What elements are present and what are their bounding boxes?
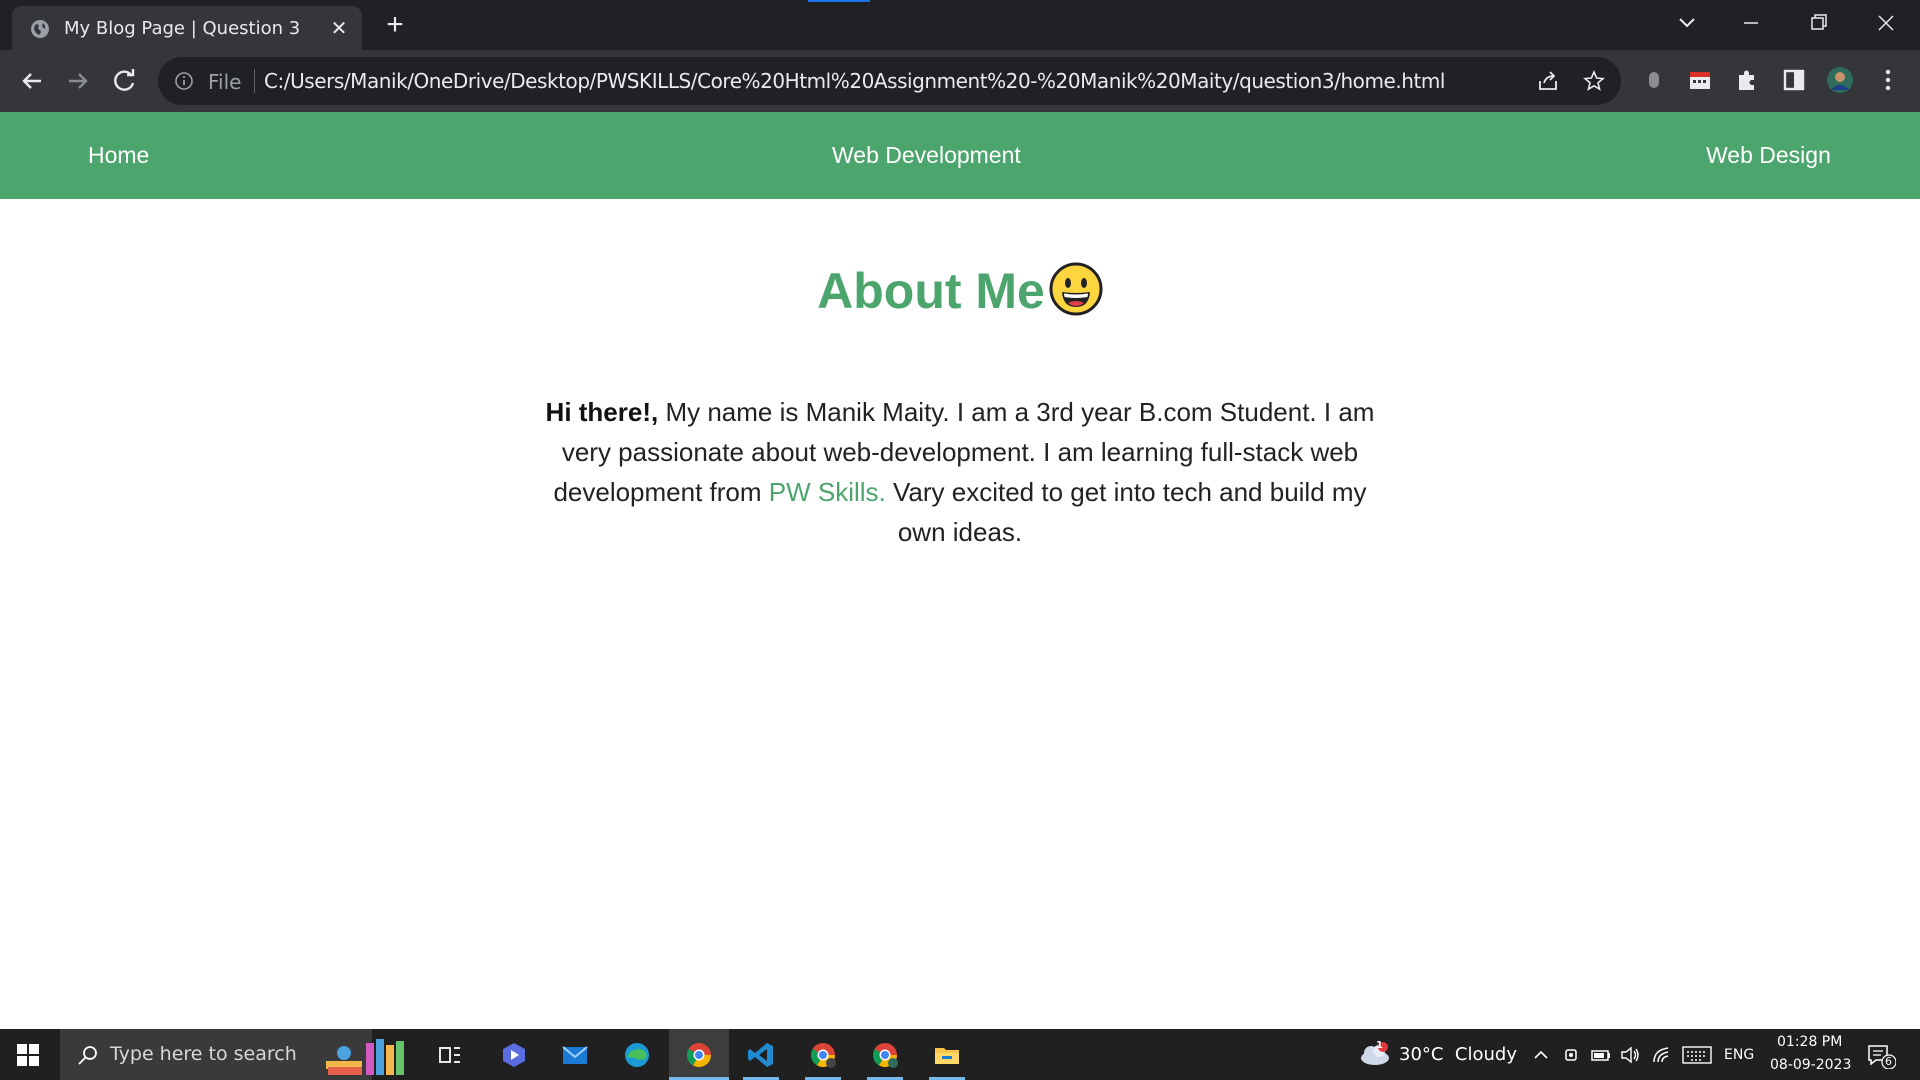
hexagon-app-icon — [503, 1043, 525, 1067]
globe-icon — [31, 20, 49, 38]
back-arrow-icon[interactable] — [17, 66, 47, 96]
volume-icon[interactable] — [1619, 1045, 1641, 1065]
task-view-button[interactable] — [420, 1029, 480, 1080]
pw-skills-link[interactable]: PW Skills. — [769, 477, 886, 507]
about-heading-text: About Me — [817, 263, 1045, 319]
close-window-icon[interactable] — [1866, 8, 1906, 38]
taskbar-app-hexagon[interactable] — [484, 1029, 544, 1080]
restore-icon[interactable] — [1798, 8, 1838, 38]
taskbar-app-vscode[interactable] — [731, 1029, 791, 1080]
reload-icon[interactable] — [110, 66, 140, 96]
windows-start-icon[interactable] — [16, 1043, 40, 1067]
search-icon — [78, 1046, 97, 1065]
tab-search-icon[interactable] — [1667, 8, 1707, 38]
edge-browser-icon — [625, 1043, 649, 1067]
tab-close-icon[interactable]: ✕ — [328, 18, 350, 40]
about-text-part-2: Vary excited to get into tech and build … — [885, 477, 1367, 547]
chrome-icon — [872, 1043, 898, 1068]
meet-now-icon[interactable] — [1561, 1045, 1581, 1065]
browser-toolbar: File C:/Users/Manik/OneDrive/Desktop/PWS… — [0, 50, 1920, 112]
url-text[interactable]: C:/Users/Manik/OneDrive/Desktop/PWSKILLS… — [264, 69, 1445, 93]
taskbar-app-chrome-profile-2[interactable] — [855, 1029, 915, 1080]
extension-calendar-icon[interactable] — [1686, 66, 1714, 94]
address-bar[interactable]: File C:/Users/Manik/OneDrive/Desktop/PWS… — [158, 57, 1621, 105]
keyboard-icon[interactable] — [1681, 1044, 1713, 1066]
about-heading: About Me — [0, 262, 1920, 322]
weather-cloud-icon[interactable] — [1358, 1041, 1392, 1067]
menu-kebab-icon[interactable] — [1874, 66, 1902, 94]
battery-icon[interactable] — [1590, 1045, 1612, 1065]
folder-icon — [935, 1048, 959, 1064]
new-tab-button[interactable]: + — [380, 10, 410, 41]
weather-text[interactable]: 30°C Cloudy — [1399, 1044, 1517, 1065]
side-panel-icon[interactable] — [1780, 66, 1808, 94]
taskbar-app-chrome-profile-1[interactable] — [793, 1029, 853, 1080]
smiling-face-icon — [1049, 262, 1103, 316]
profile-avatar-icon[interactable] — [1826, 66, 1854, 94]
nav-link-web-development[interactable]: Web Development — [832, 142, 1021, 169]
wifi-icon[interactable] — [1651, 1045, 1673, 1065]
star-icon[interactable] — [1583, 70, 1605, 92]
taskbar-app-edge[interactable] — [607, 1029, 667, 1080]
minimize-icon[interactable] — [1731, 8, 1771, 38]
extensions-puzzle-icon[interactable] — [1733, 66, 1761, 94]
about-paragraph: Hi there!, My name is Manik Maity. I am … — [530, 392, 1390, 552]
omnibox-separator — [254, 69, 255, 93]
forward-arrow-icon[interactable] — [63, 66, 93, 96]
tab-title: My Blog Page | Question 3 — [64, 18, 301, 39]
nav-link-home[interactable]: Home — [88, 142, 149, 169]
chrome-icon — [686, 1043, 711, 1068]
tab-strip-accent — [808, 0, 870, 2]
nav-link-web-design[interactable]: Web Design — [1706, 142, 1831, 169]
share-icon[interactable] — [1537, 70, 1559, 92]
browser-titlebar: My Blog Page | Question 3 ✕ + — [0, 0, 1920, 50]
mail-icon — [562, 1046, 588, 1064]
extension-mouse-icon[interactable] — [1640, 66, 1668, 94]
clock-time[interactable]: 01:28 PM — [1777, 1034, 1842, 1050]
windows-taskbar: Type here to search 1 30°C Cloudy ENG 01… — [0, 1029, 1920, 1080]
site-navbar: Home Web Development Web Design — [0, 112, 1920, 199]
task-view-icon — [439, 1047, 460, 1063]
weather-badge: 1 — [1376, 1040, 1383, 1051]
info-icon[interactable] — [174, 71, 194, 91]
browser-tab[interactable]: My Blog Page | Question 3 ✕ — [12, 6, 362, 50]
search-placeholder: Type here to search — [110, 1043, 297, 1065]
search-highlight-books-icon[interactable] — [322, 1035, 418, 1077]
chrome-icon — [810, 1043, 836, 1068]
taskbar-app-mail[interactable] — [545, 1029, 605, 1080]
file-label: File — [208, 70, 242, 94]
clock-date[interactable]: 08-09-2023 — [1770, 1057, 1851, 1073]
chevron-up-icon[interactable] — [1531, 1045, 1551, 1065]
vscode-icon — [748, 1043, 773, 1067]
web-page: Home Web Development Web Design About Me… — [0, 112, 1920, 1029]
greeting-text: Hi there!, — [545, 397, 659, 427]
notification-count: 6 — [1885, 1055, 1892, 1068]
taskbar-app-file-explorer[interactable] — [917, 1029, 977, 1080]
language-indicator[interactable]: ENG — [1724, 1047, 1754, 1063]
taskbar-app-chrome-active[interactable] — [669, 1029, 729, 1080]
